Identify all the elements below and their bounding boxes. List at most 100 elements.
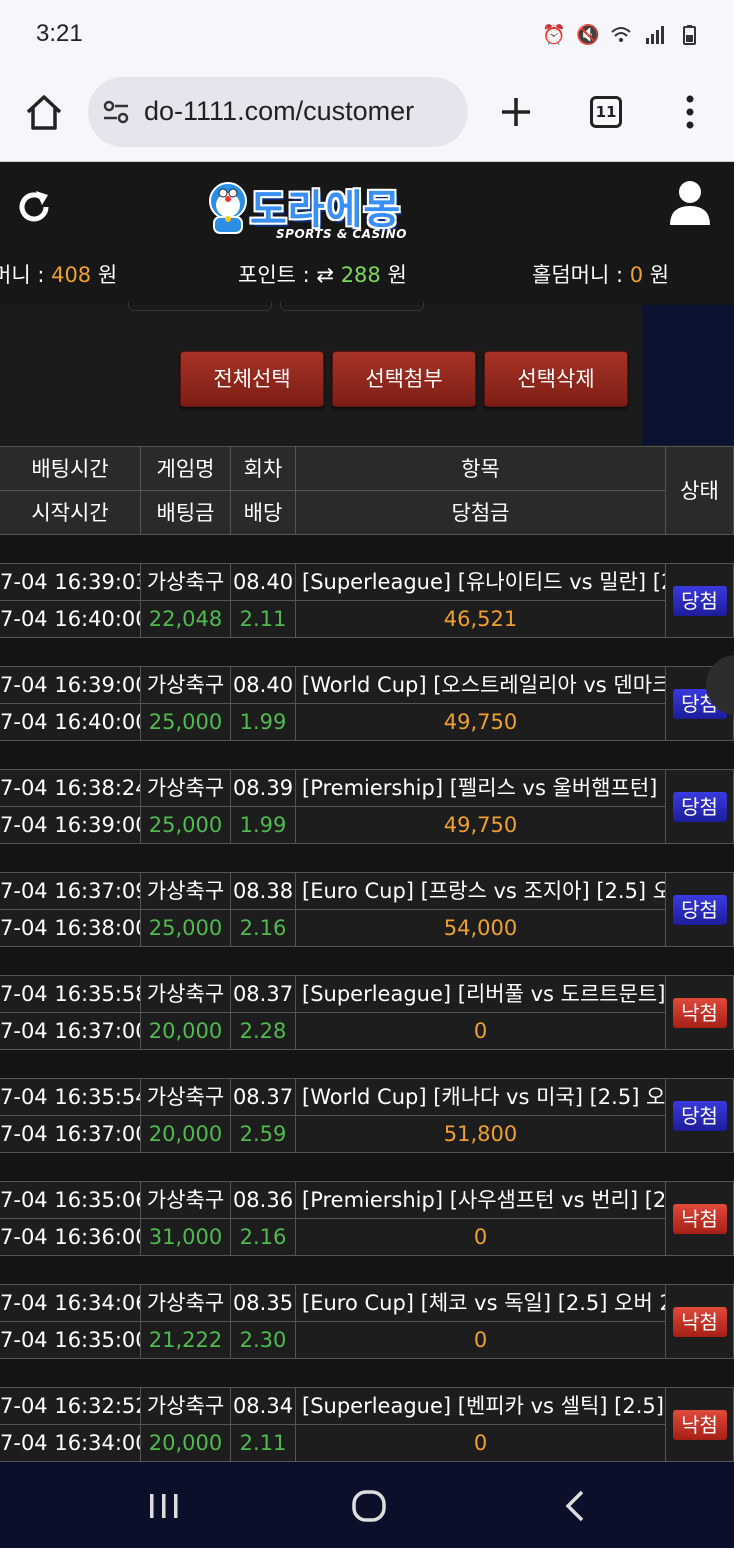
table-row[interactable]: 7-04 16:39:00 가상축구 08.40 [World Cup] [오스트레일…: [0, 666, 734, 741]
back-icon[interactable]: [556, 1486, 596, 1526]
odds-cell: 2.28: [231, 1013, 296, 1050]
system-nav-bar: [0, 1462, 734, 1548]
signal-icon: [644, 24, 666, 46]
exchange-icon[interactable]: ⇄: [316, 263, 334, 287]
payout-cell: 0: [296, 1322, 666, 1359]
item-cell: [Euro Cup] [프랑스 vs 조지아] [2.5] 오버: [296, 873, 666, 910]
site-logo[interactable]: 도라에몽 SPORTS & CASINO: [204, 175, 440, 247]
table-row[interactable]: 7-04 16:35:58 가상축구 08.37 [Superleague] [리버풀…: [0, 975, 734, 1050]
points-balance: 포인트 : ⇄ 288 원: [238, 263, 407, 287]
bet-time-cell: 7-04 16:37:09: [0, 873, 141, 910]
address-bar[interactable]: do-1111.com/customer: [88, 77, 468, 147]
bet-amount-cell: 22,048: [141, 601, 231, 638]
game-name-cell: 가상축구: [141, 1285, 231, 1322]
bet-amount-cell: 25,000: [141, 910, 231, 947]
bet-time-cell: 7-04 16:35:06: [0, 1182, 141, 1219]
status-cell: 낙첨: [666, 1182, 734, 1256]
new-tab-icon[interactable]: [496, 92, 536, 132]
status-cell: 당첨: [666, 873, 734, 947]
header-bet-time: 배팅시간: [0, 447, 141, 491]
status-badge: 낙첨: [672, 997, 727, 1028]
status-badge: 당첨: [672, 791, 727, 822]
home-icon[interactable]: [349, 1486, 389, 1526]
game-name-cell: 가상축구: [141, 1182, 231, 1219]
site-settings-icon[interactable]: [102, 100, 130, 124]
attach-selected-button[interactable]: 선택첨부: [332, 351, 476, 407]
mute-icon: 🔇: [576, 24, 600, 46]
start-time-cell: 7-04 16:34:00: [0, 1425, 141, 1462]
status-cell: 낙첨: [666, 1285, 734, 1359]
status-cell: 당첨: [666, 770, 734, 844]
round-cell: 08.35: [231, 1285, 296, 1322]
bet-time-cell: 7-04 16:35:58: [0, 976, 141, 1013]
start-time-cell: 7-04 16:37:00: [0, 1013, 141, 1050]
table-row[interactable]: 7-04 16:35:54 가상축구 08.37 [World Cup] [캐나다 v…: [0, 1078, 734, 1153]
item-cell: [World Cup] [오스트레일리아 vs 덴마크]: [296, 667, 666, 704]
odds-cell: 2.16: [231, 910, 296, 947]
start-time-cell: 7-04 16:38:00: [0, 910, 141, 947]
status-badge: 낙첨: [672, 1306, 727, 1337]
battery-icon: [678, 24, 700, 46]
user-icon[interactable]: [668, 179, 712, 227]
status-badge: 낙첨: [672, 1203, 727, 1234]
more-menu-icon[interactable]: [680, 92, 700, 132]
bet-history-table: 배팅시간 게임명 회차 항목 상태 시작시간 배팅금 배당 당첨금 7-04 1…: [0, 446, 734, 1462]
table-row[interactable]: 7-04 16:39:03 가상축구 08.40 [Superleague] [유나이…: [0, 563, 734, 638]
item-cell: [Superleague] [리버풀 vs 도르트문트] [: [296, 976, 666, 1013]
home-icon[interactable]: [22, 90, 66, 134]
header-bet-amount: 배팅금: [141, 491, 231, 535]
payout-cell: 46,521: [296, 601, 666, 638]
item-cell: [World Cup] [캐나다 vs 미국] [2.5] 오버: [296, 1079, 666, 1116]
round-cell: 08.36: [231, 1182, 296, 1219]
start-time-cell: 7-04 16:36:00: [0, 1219, 141, 1256]
bet-time-cell: 7-04 16:32:52: [0, 1388, 141, 1425]
logo-subtitle: SPORTS & CASINO: [276, 227, 407, 241]
row-spacer: [0, 946, 734, 975]
bet-time-cell: 7-04 16:35:54: [0, 1079, 141, 1116]
row-spacer: [0, 1358, 734, 1387]
status-cell: 낙첨: [666, 1388, 734, 1462]
odds-cell: 2.11: [231, 1425, 296, 1462]
refresh-icon[interactable]: [14, 187, 54, 227]
table-row[interactable]: 7-04 16:38:24 가상축구 08.39 [Premiership] [펠리스…: [0, 769, 734, 844]
url-text[interactable]: do-1111.com/customer: [144, 96, 414, 127]
game-name-cell: 가상축구: [141, 1388, 231, 1425]
odds-cell: 2.16: [231, 1219, 296, 1256]
status-cell: 당첨: [666, 1079, 734, 1153]
bet-amount-cell: 21,222: [141, 1322, 231, 1359]
round-cell: 08.37: [231, 976, 296, 1013]
bet-amount-cell: 20,000: [141, 1425, 231, 1462]
item-cell: [Superleague] [유나이티드 vs 밀란] [2.5: [296, 564, 666, 601]
game-name-cell: 가상축구: [141, 1079, 231, 1116]
table-header: 배팅시간 게임명 회차 항목 상태 시작시간 배팅금 배당 당첨금: [0, 446, 734, 535]
round-cell: 08.39: [231, 770, 296, 807]
status-bar: 3:21 ⏰ 🔇: [0, 0, 734, 72]
table-body: 7-04 16:39:03 가상축구 08.40 [Superleague] [유나이…: [0, 534, 734, 1462]
row-spacer: [0, 843, 734, 872]
payout-cell: 0: [296, 1425, 666, 1462]
row-spacer: [0, 1152, 734, 1181]
bet-time-cell: 7-04 16:39:03: [0, 564, 141, 601]
header-item: 항목: [296, 447, 666, 491]
table-row[interactable]: 7-04 16:37:09 가상축구 08.38 [Euro Cup] [프랑스 vs…: [0, 872, 734, 947]
bet-amount-cell: 31,000: [141, 1219, 231, 1256]
bet-amount-cell: 20,000: [141, 1013, 231, 1050]
row-spacer: [0, 1255, 734, 1284]
recent-apps-icon[interactable]: [144, 1486, 184, 1526]
item-cell: [Euro Cup] [체코 vs 독일] [2.5] 오버 2.5: [296, 1285, 666, 1322]
round-cell: 08.37: [231, 1079, 296, 1116]
header-round: 회차: [231, 447, 296, 491]
row-spacer: [0, 740, 734, 769]
browser-toolbar: do-1111.com/customer 11: [0, 72, 734, 162]
row-spacer: [0, 637, 734, 666]
delete-selected-button[interactable]: 선택삭제: [484, 351, 628, 407]
tab-switcher-button[interactable]: 11: [590, 96, 622, 128]
balance-bar: 머니 : 408 원 포인트 : ⇄ 288 원 홀덤머니 : 0 원: [0, 259, 734, 291]
table-row[interactable]: 7-04 16:32:52 가상축구 08.34 [Superleague] [벤피카…: [0, 1387, 734, 1462]
payout-cell: 0: [296, 1219, 666, 1256]
table-row[interactable]: 7-04 16:34:06 가상축구 08.35 [Euro Cup] [체코 vs …: [0, 1284, 734, 1359]
holdem-value: 0: [629, 263, 644, 287]
table-row[interactable]: 7-04 16:35:06 가상축구 08.36 [Premiership] [사우샘…: [0, 1181, 734, 1256]
select-all-button[interactable]: 전체선택: [180, 351, 324, 407]
item-cell: [Premiership] [펠리스 vs 울버햄프턴] [2: [296, 770, 666, 807]
